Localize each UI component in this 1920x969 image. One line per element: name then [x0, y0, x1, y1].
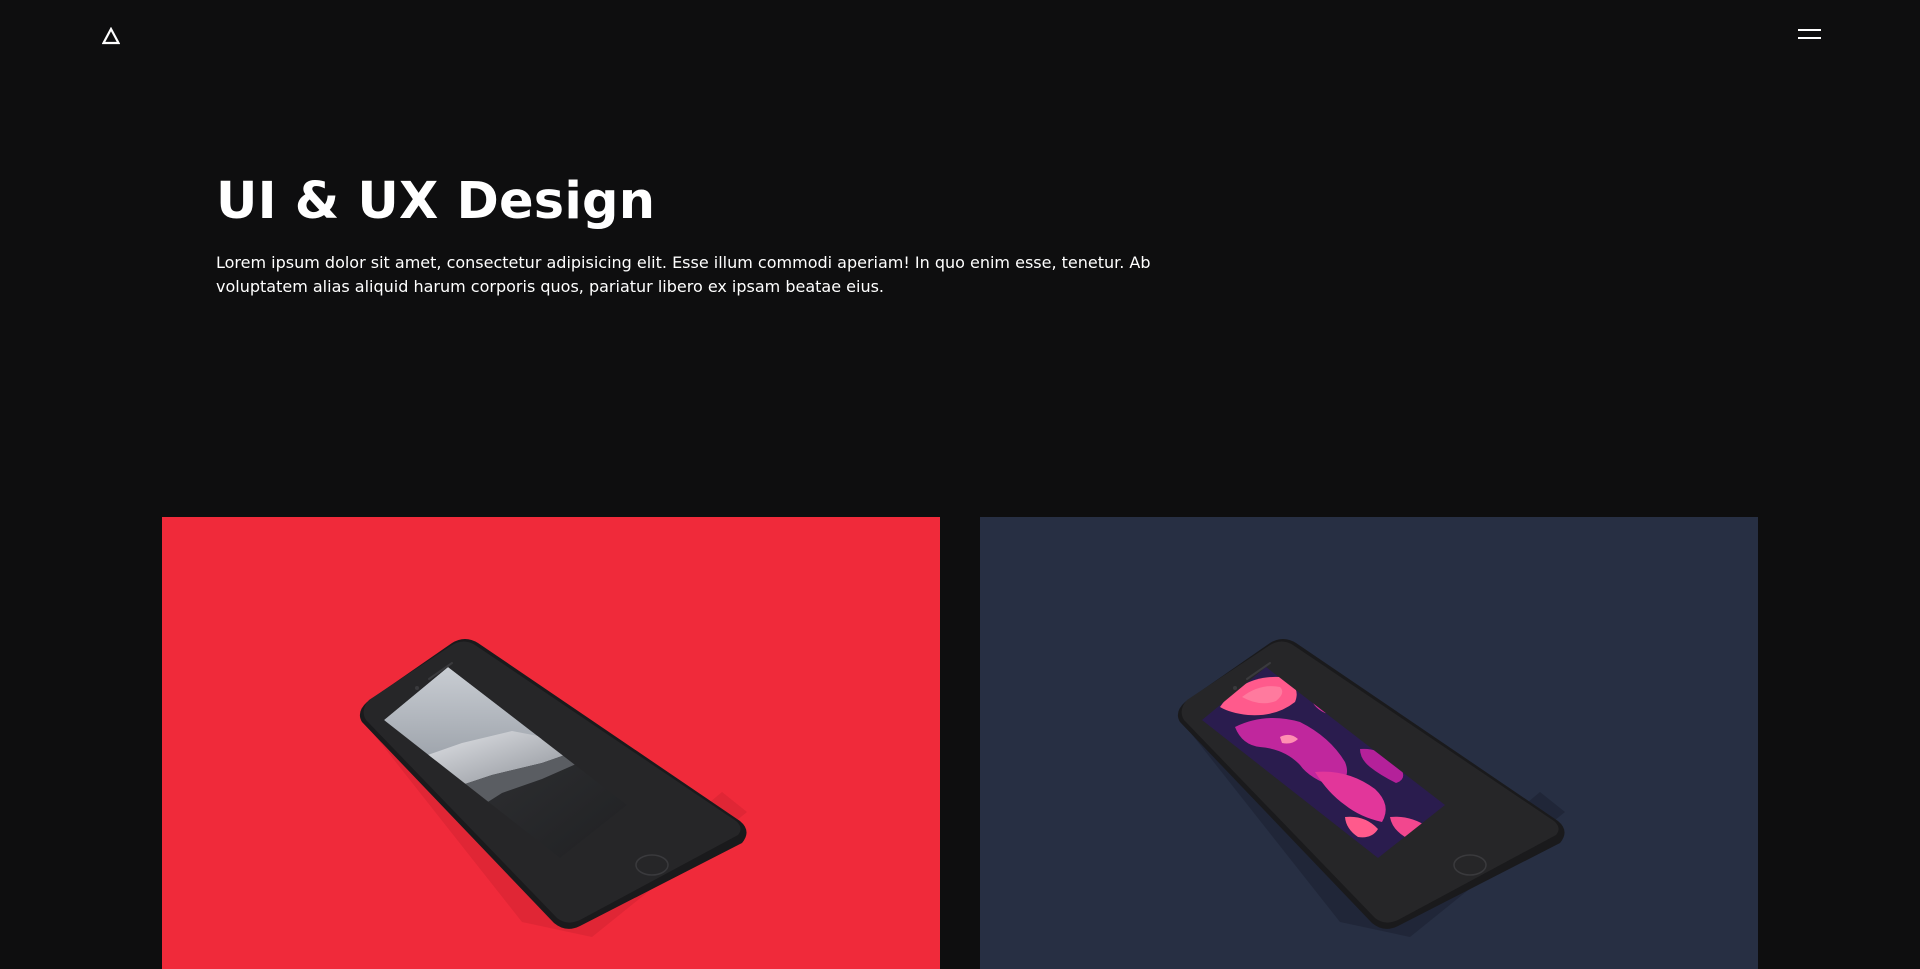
menu-line-top	[1798, 29, 1821, 31]
triangle-logo-icon[interactable]	[102, 27, 120, 45]
menu-line-bottom	[1798, 37, 1821, 39]
page: UI & UX Design Lorem ipsum dolor sit ame…	[0, 0, 1920, 969]
page-title: UI & UX Design	[216, 172, 656, 231]
hero-description: Lorem ipsum dolor sit amet, consectetur …	[216, 253, 1151, 296]
hamburger-menu-icon[interactable]	[1798, 28, 1821, 40]
project-card-navy[interactable]	[980, 517, 1758, 969]
project-card-red[interactable]	[162, 517, 940, 969]
phone-mockup-image	[162, 517, 940, 969]
phone-mockup-image	[980, 517, 1758, 969]
